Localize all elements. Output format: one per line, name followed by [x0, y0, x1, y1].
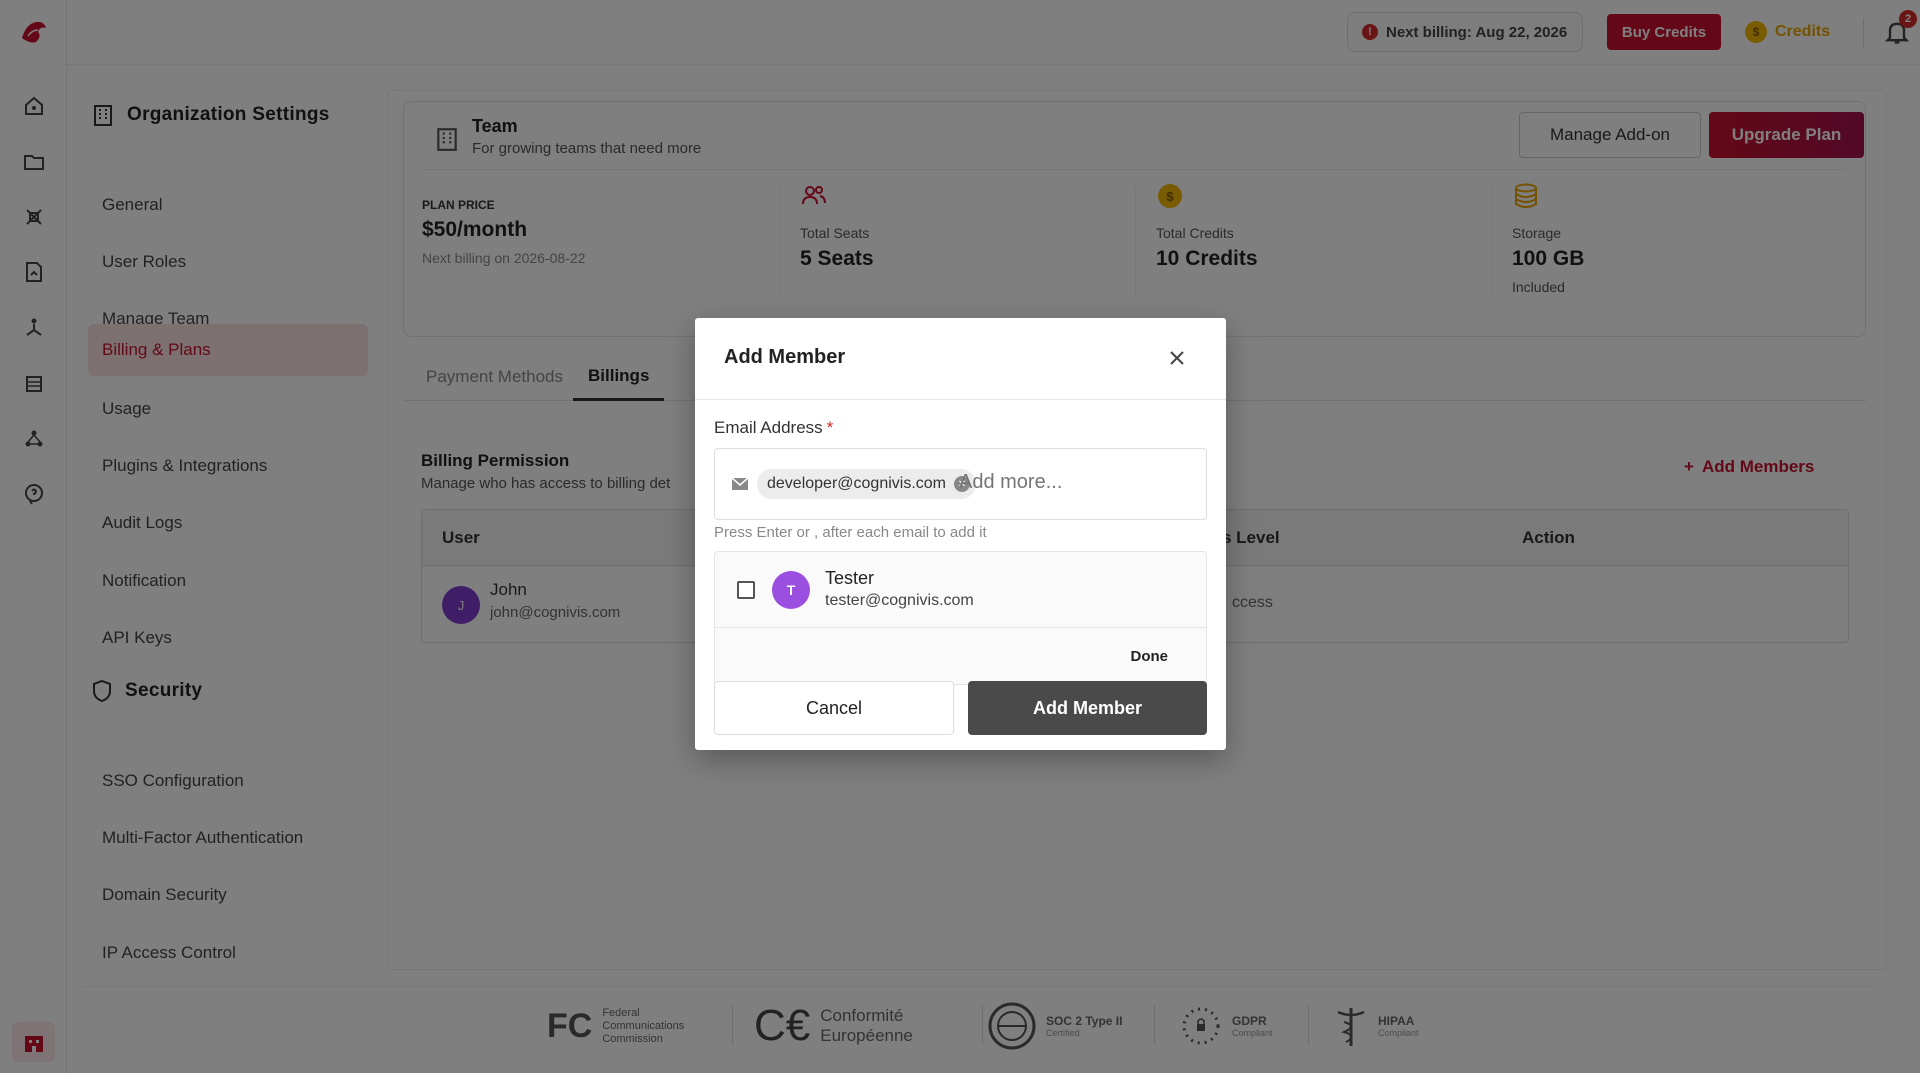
avatar: T — [772, 571, 810, 609]
cancel-button[interactable]: Cancel — [714, 681, 954, 735]
add-member-modal: Add Member Email Address * developer@cogn… — [695, 318, 1226, 750]
close-button[interactable] — [1163, 344, 1191, 372]
modal-header: Add Member — [695, 318, 1226, 400]
add-member-submit-button[interactable]: Add Member — [968, 681, 1207, 735]
close-icon — [1170, 351, 1184, 365]
suggestion-email: tester@cognivis.com — [825, 592, 974, 609]
required-asterisk: * — [826, 418, 834, 437]
email-chip-text: developer@cognivis.com — [767, 475, 946, 492]
email-hint: Press Enter or , after each email to add… — [714, 524, 987, 541]
modal-title: Add Member — [724, 346, 846, 368]
suggestion-dropdown: T Tester tester@cognivis.com Done — [714, 551, 1207, 685]
email-label-text: Email Address — [714, 418, 823, 437]
email-chip: developer@cognivis.com ✕ — [757, 469, 976, 499]
email-tag-input[interactable]: developer@cognivis.com ✕ — [714, 448, 1207, 520]
suggestion-checkbox[interactable] — [737, 581, 755, 599]
email-address-label: Email Address * — [714, 418, 833, 438]
add-more-input[interactable] — [959, 471, 1189, 494]
suggestion-item[interactable]: T Tester tester@cognivis.com — [715, 552, 1206, 628]
suggestion-name: Tester — [825, 568, 875, 588]
mail-icon — [731, 477, 749, 490]
done-button[interactable]: Done — [1131, 648, 1169, 665]
